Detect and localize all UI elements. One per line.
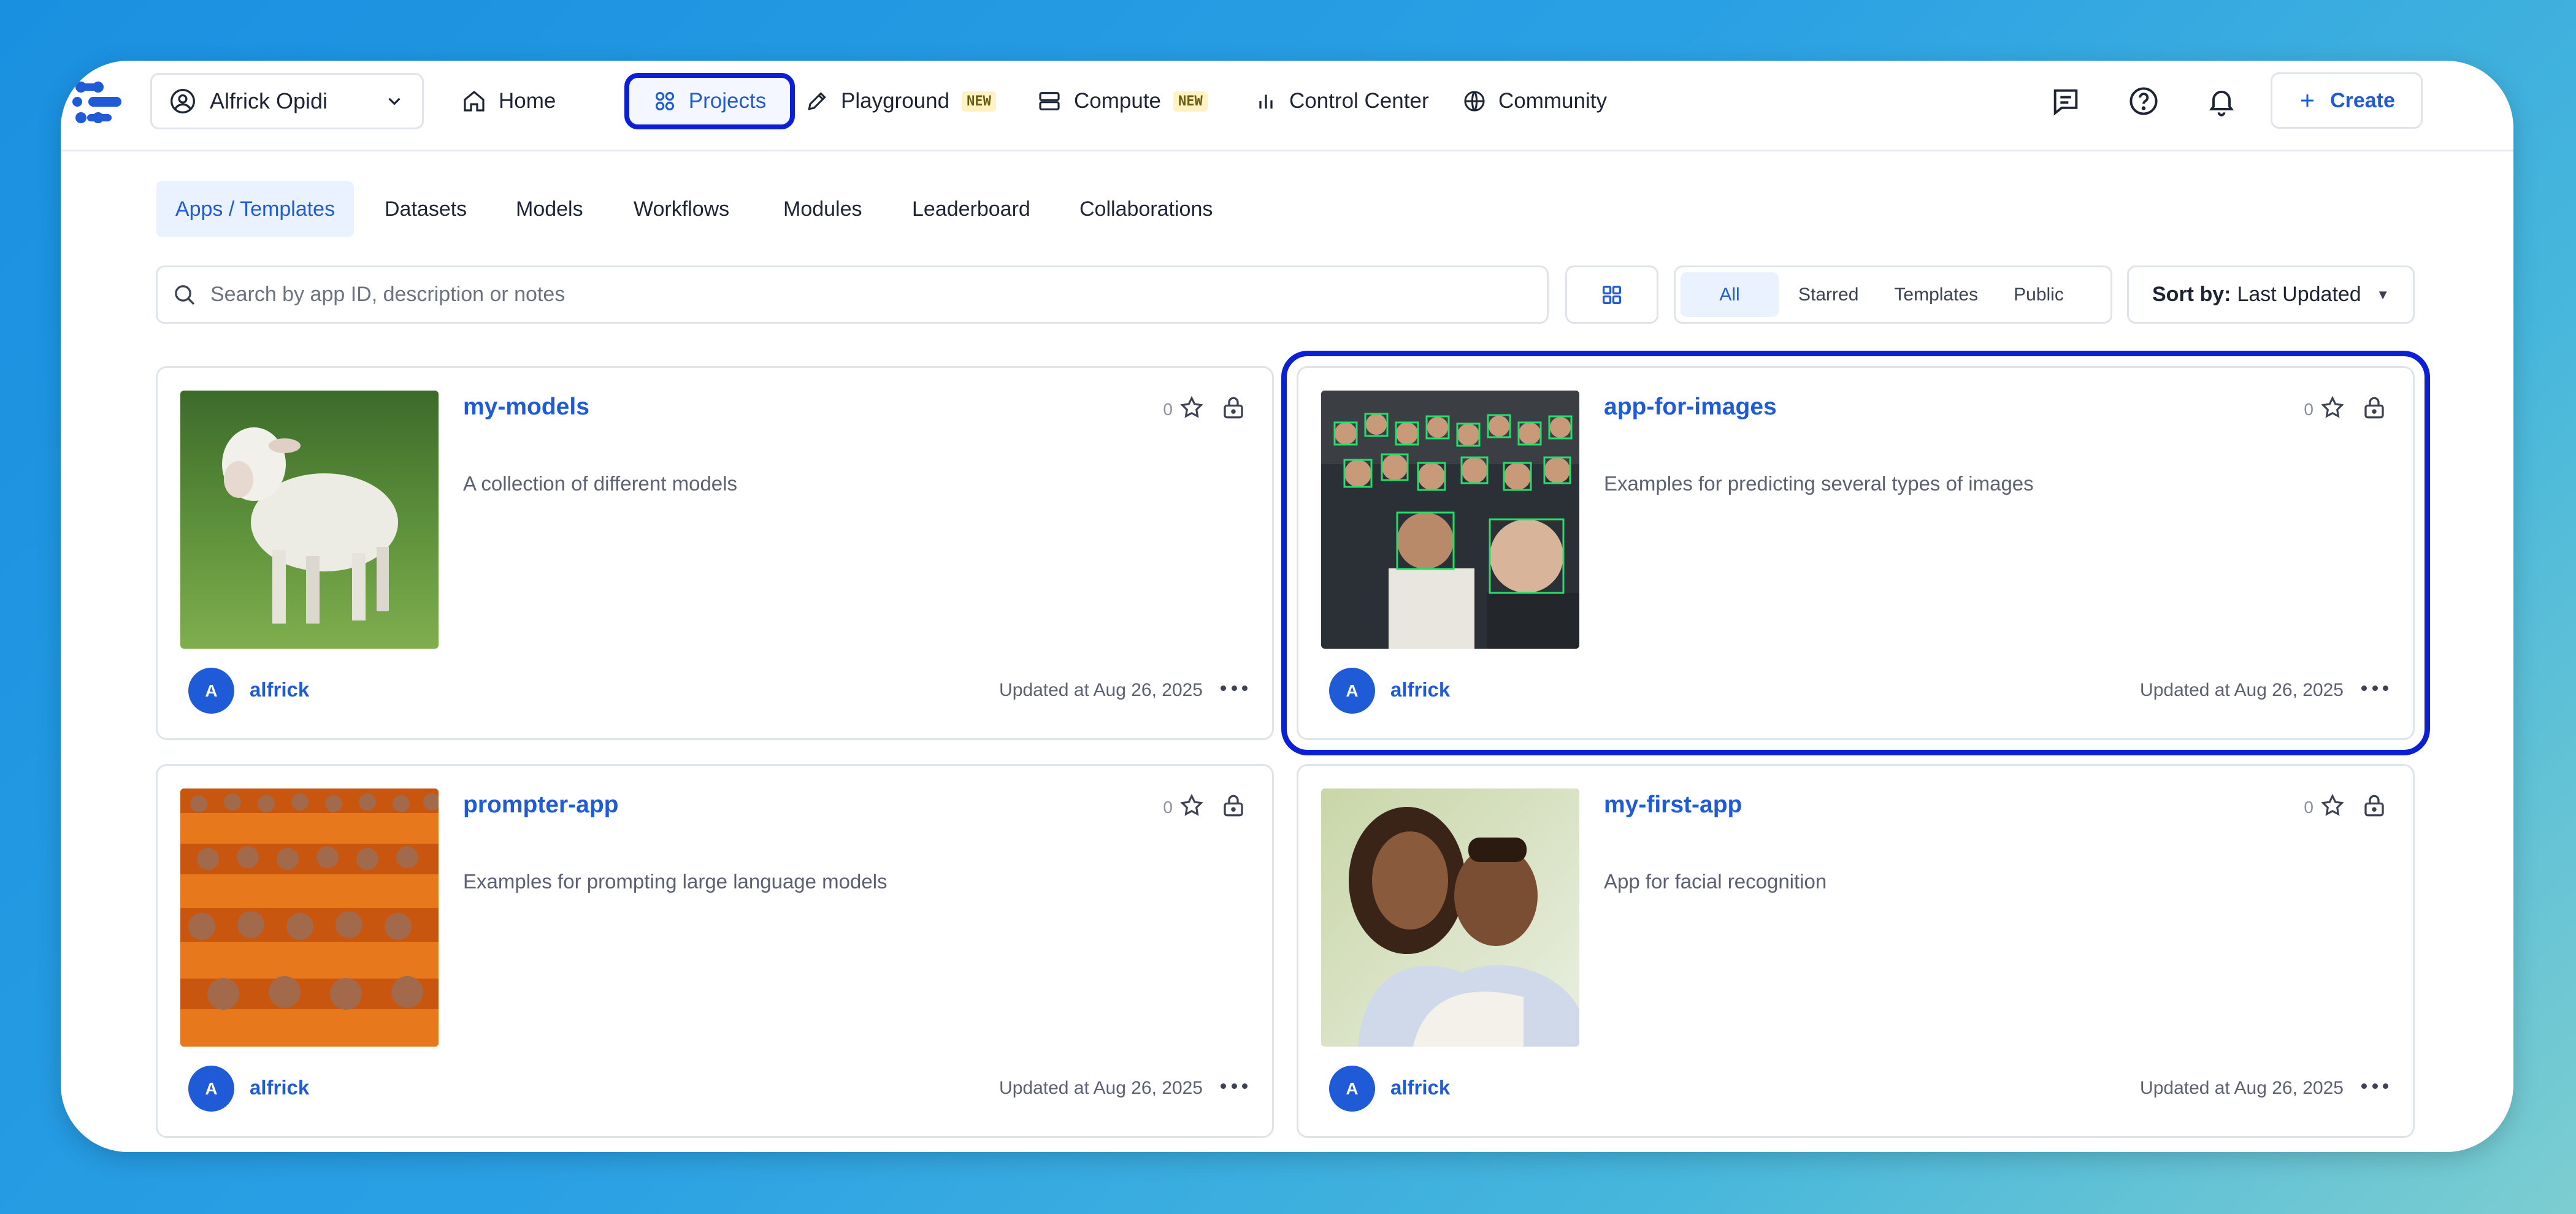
lock-icon [1224,795,1243,817]
create-button[interactable]: Create [2271,72,2423,129]
lock-icon [2364,795,2384,817]
tab-modules[interactable]: Modules [766,181,880,237]
star-icon[interactable] [2320,793,2345,819]
updated-date: Updated at Aug 26, 2025 [999,680,1203,700]
avatar: A [1329,668,1375,714]
more-options-icon[interactable] [2361,1077,2388,1095]
tab-collaborations[interactable]: Collaborations [1062,181,1230,237]
avatar: A [1329,1066,1375,1112]
app-thumbnail-couple [1321,788,1579,1047]
app-card-description: A collection of different models [463,472,737,495]
filter-starred[interactable]: Starred [1782,272,1874,317]
more-options-icon[interactable] [1221,1077,1248,1095]
app-thumbnail-lamb [180,391,439,649]
caret-down-icon: ▼ [2376,286,2390,302]
app-card-title[interactable]: my-models [463,394,589,421]
app-owner[interactable]: alfrick [1390,678,1450,701]
updated-date: Updated at Aug 26, 2025 [2140,1078,2344,1098]
avatar: A [188,1066,234,1112]
grid-view-button[interactable] [1565,265,1658,324]
app-card-description: Examples for predicting several types of… [1604,472,2034,495]
filter-templates[interactable]: Templates [1878,272,1994,317]
nav-home-label: Home [499,89,556,113]
sort-label: Sort by: [2152,283,2231,306]
nav-compute-label: Compute [1074,89,1162,113]
star-icon[interactable] [1179,395,1205,421]
projects-grid-icon [655,91,674,111]
create-button-label: Create [2330,88,2395,112]
app-card-my-models[interactable]: my-models A collection of different mode… [156,366,1274,740]
app-card-title[interactable]: app-for-images [1604,394,1777,421]
filter-all[interactable]: All [1681,272,1779,317]
nav-playground[interactable]: Playground NEW [797,73,1005,129]
tab-models[interactable]: Models [499,181,600,237]
nav-control-center[interactable]: Control Center [1246,73,1438,129]
visibility-filter-group: All Starred Templates Public [1674,265,2112,324]
chevron-down-icon [388,97,401,105]
nav-home[interactable]: Home [453,73,564,129]
star-icon[interactable] [1179,793,1205,819]
search-bar [156,265,1549,324]
lock-icon [1224,397,1243,419]
grid-view-icon [1603,285,1621,304]
app-card-description: App for facial recognition [1604,870,1827,893]
star-count: 0 [2304,400,2313,419]
nav-projects[interactable]: Projects [624,73,795,129]
user-circle-icon [171,89,195,113]
bell-icon[interactable] [2206,85,2237,117]
app-card-description: Examples for prompting large language mo… [463,870,887,893]
tab-workflows[interactable]: Workflows [616,181,746,237]
nav-community-label: Community [1498,89,1607,113]
app-window: Alfrick Opidi Home Projects Playground N… [61,61,2513,1152]
app-card-title[interactable]: my-first-app [1604,792,1742,819]
app-card-prompter-app[interactable]: prompter-app Examples for prompting larg… [156,764,1274,1138]
app-owner[interactable]: alfrick [250,1076,309,1099]
star-count: 0 [1163,400,1173,419]
help-icon[interactable] [2128,85,2160,117]
nav-playground-label: Playground [841,89,950,113]
feedback-icon[interactable] [2050,85,2082,117]
nav-compute[interactable]: Compute NEW [1029,73,1216,129]
star-count: 0 [1163,798,1173,817]
star-count: 0 [2304,798,2313,817]
plus-icon [2301,94,2314,107]
app-card-my-first-app[interactable]: my-first-app App for facial recognition … [1297,764,2415,1138]
pencil-icon [808,92,826,110]
nav-control-center-label: Control Center [1289,89,1429,113]
user-selector-dropdown[interactable]: Alfrick Opidi [150,73,424,129]
tab-datasets[interactable]: Datasets [367,181,484,237]
updated-date: Updated at Aug 26, 2025 [999,1078,1203,1098]
star-icon[interactable] [2320,395,2345,421]
globe-icon [1464,91,1485,112]
sort-value: Last Updated [2237,283,2361,306]
sort-dropdown[interactable]: Sort by: Last Updated ▼ [2127,265,2415,324]
avatar: A [188,668,234,714]
app-owner[interactable]: alfrick [250,678,309,701]
nav-projects-label: Projects [688,89,767,113]
server-icon [1039,92,1060,110]
filter-public[interactable]: Public [1998,272,2080,317]
app-thumbnail-monks [180,788,439,1047]
app-card-title[interactable]: prompter-app [463,792,619,819]
clarifai-logo-icon[interactable] [70,76,126,131]
more-options-icon[interactable] [2361,679,2388,697]
top-navigation-bar: Alfrick Opidi Home Projects Playground N… [61,61,2513,151]
home-icon [464,90,485,112]
nav-community[interactable]: Community [1454,73,1616,129]
app-card-app-for-images[interactable]: app-for-images Examples for predicting s… [1281,351,2430,755]
lock-icon [2364,397,2384,419]
user-name: Alfrick Opidi [210,88,328,113]
tab-apps-templates[interactable]: Apps / Templates [156,181,354,237]
updated-date: Updated at Aug 26, 2025 [2140,680,2344,700]
bar-chart-icon [1259,94,1273,109]
new-badge: NEW [1173,91,1208,112]
new-badge: NEW [962,91,996,112]
search-input[interactable] [210,283,1532,307]
app-thumbnail-crowd-faces [1321,391,1579,649]
app-owner[interactable]: alfrick [1390,1076,1450,1099]
search-icon [175,284,195,305]
more-options-icon[interactable] [1221,679,1248,697]
tab-leaderboard[interactable]: Leaderboard [895,181,1048,237]
